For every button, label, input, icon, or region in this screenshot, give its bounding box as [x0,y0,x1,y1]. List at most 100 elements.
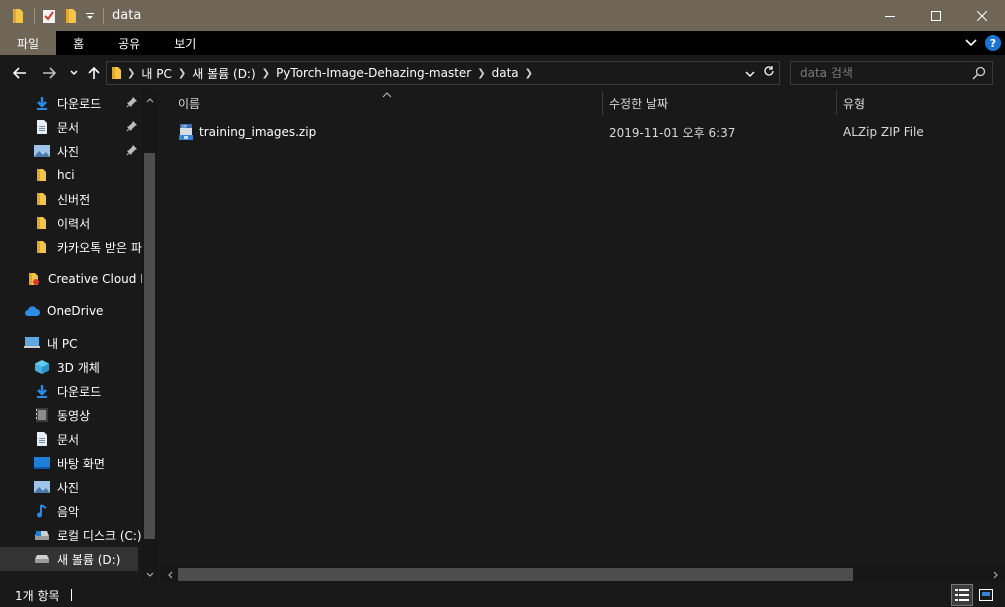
search-icon[interactable] [972,66,986,83]
sidebar-item-new-version[interactable]: 신버전 [0,187,142,211]
close-button[interactable] [959,0,1005,31]
document-icon [34,119,50,135]
breadcrumb-chevron-icon[interactable]: ❯ [178,68,186,79]
breadcrumb-data[interactable]: data [492,66,519,80]
document-icon [34,431,50,447]
video-icon [34,407,50,423]
forward-button[interactable] [39,63,59,83]
refresh-icon[interactable] [763,65,775,80]
sidebar-item-label: 카카오톡 받은 파 [57,240,142,255]
back-button[interactable] [10,63,30,83]
scroll-right-arrow-icon[interactable] [988,568,1002,581]
window-controls [867,0,1005,31]
table-row[interactable]: ZIP training_images.zip 2019-11-01 오후 6:… [160,121,1005,143]
pin-icon[interactable] [126,96,138,111]
sidebar-item-label: 문서 [57,120,80,135]
navigation-pane: 다운로드 문서 사진 hci 신버전 이력서 카카오톡 받은 파 Creativ… [0,91,160,583]
minimize-button[interactable] [867,0,913,31]
ribbon-tabs: 파일 홈 공유 보기 ? [0,31,1005,55]
pin-icon[interactable] [126,144,138,159]
recent-locations-dropdown[interactable] [64,63,84,83]
sidebar-item-label: 동영상 [57,408,91,423]
breadcrumb-chevron-icon[interactable]: ❯ [477,68,485,79]
sidebar-item-label: hci [57,168,75,182]
sidebar-item-desktop[interactable]: 바탕 화면 [0,451,142,475]
column-divider[interactable] [836,91,837,115]
properties-icon[interactable] [41,8,57,24]
sidebar-item-label: 바탕 화면 [57,456,105,471]
navigation-pane-scrollbar[interactable] [142,91,157,583]
download-arrow-icon [34,95,50,111]
scroll-up-arrow-icon[interactable] [144,94,155,106]
sidebar-item-downloads-pinned[interactable]: 다운로드 [0,91,142,115]
tab-home[interactable]: 홈 [56,31,101,55]
scrollbar-thumb[interactable] [144,153,155,539]
sidebar-item-label: OneDrive [47,304,104,318]
sidebar-item-documents-pinned[interactable]: 문서 [0,115,142,139]
desktop-icon [34,455,50,471]
file-list: 이름 수정한 날짜 유형 ZIP training_images.zip 201… [160,91,1005,566]
sidebar-item-downloads[interactable]: 다운로드 [0,379,142,403]
folder-icon[interactable] [10,8,26,24]
breadcrumb-volume-d[interactable]: 새 볼륨 (D:) [192,65,255,82]
sidebar-item-pictures[interactable]: 사진 [0,475,142,499]
quick-access-toolbar: data [0,0,141,31]
search-input[interactable] [800,66,970,80]
sidebar-item-pictures-pinned[interactable]: 사진 [0,139,142,163]
tab-share[interactable]: 공유 [101,31,157,55]
address-bar-actions [745,65,775,80]
scrollbar-thumb[interactable] [178,568,853,581]
sidebar-item-local-disk-c[interactable]: 로컬 디스크 (C:) [0,523,142,547]
tab-view[interactable]: 보기 [157,31,213,55]
large-icons-view-button[interactable] [975,584,997,606]
details-view-button[interactable] [951,584,973,606]
breadcrumb-chevron-icon[interactable]: ❯ [262,68,270,79]
new-folder-icon[interactable] [63,8,79,24]
up-button[interactable] [84,63,104,83]
folder-icon [34,191,50,207]
sidebar-item-3d-objects[interactable]: 3D 개체 [0,355,142,379]
column-header-name[interactable]: 이름 [178,91,200,115]
scroll-down-arrow-icon[interactable] [144,568,155,580]
sidebar-item-label: 로컬 디스크 (C:) [57,528,142,543]
music-note-icon [34,503,50,519]
help-icon[interactable]: ? [985,35,1001,51]
address-history-dropdown-icon[interactable] [745,66,755,80]
sidebar-item-music[interactable]: 음악 [0,499,142,523]
tab-file[interactable]: 파일 [0,31,57,55]
sidebar-item-label: 사진 [57,480,80,495]
column-divider[interactable] [602,91,603,115]
sidebar-item-hci[interactable]: hci [0,163,142,187]
sidebar-item-kakaotalk-received[interactable]: 카카오톡 받은 파 [0,235,142,259]
status-separator [70,589,72,601]
breadcrumb-project-folder[interactable]: PyTorch-Image-Dehazing-master [276,66,471,80]
sidebar-item-resume[interactable]: 이력서 [0,211,142,235]
breadcrumb-chevron-icon[interactable]: ❯ [127,68,135,79]
sidebar-item-onedrive[interactable]: OneDrive [0,299,142,323]
column-header-modified[interactable]: 수정한 날짜 [609,91,668,115]
sidebar-item-documents[interactable]: 문서 [0,427,142,451]
folder-icon [34,215,50,231]
computer-icon [24,335,40,351]
pin-icon[interactable] [126,120,138,135]
download-arrow-icon [34,383,50,399]
sidebar-item-volume-d[interactable]: 새 볼륨 (D:) [0,547,138,571]
sidebar-item-this-pc[interactable]: 내 PC [0,331,142,355]
sidebar-item-videos[interactable]: 동영상 [0,403,142,427]
column-header-type[interactable]: 유형 [843,91,865,115]
local-disk-icon [34,527,50,543]
expand-ribbon-chevron-icon[interactable] [965,36,977,50]
sidebar-item-label: 다운로드 [57,384,102,399]
search-box[interactable] [790,61,993,85]
sidebar-item-creative-cloud[interactable]: Creative Cloud Fil [0,267,142,291]
customize-toolbar-dropdown-icon[interactable] [85,8,95,24]
maximize-button[interactable] [913,0,959,31]
sort-ascending-icon [382,87,392,101]
horizontal-scrollbar[interactable] [160,566,1005,583]
scroll-left-arrow-icon[interactable] [163,568,177,581]
breadcrumb-this-pc[interactable]: 내 PC [141,65,171,82]
zip-file-icon: ZIP [179,124,193,140]
file-name-cell[interactable]: ZIP training_images.zip [179,121,316,143]
address-bar[interactable]: ❯ 내 PC ❯ 새 볼륨 (D:) ❯ PyTorch-Image-Dehaz… [106,61,780,85]
breadcrumb-chevron-icon[interactable]: ❯ [525,68,533,79]
